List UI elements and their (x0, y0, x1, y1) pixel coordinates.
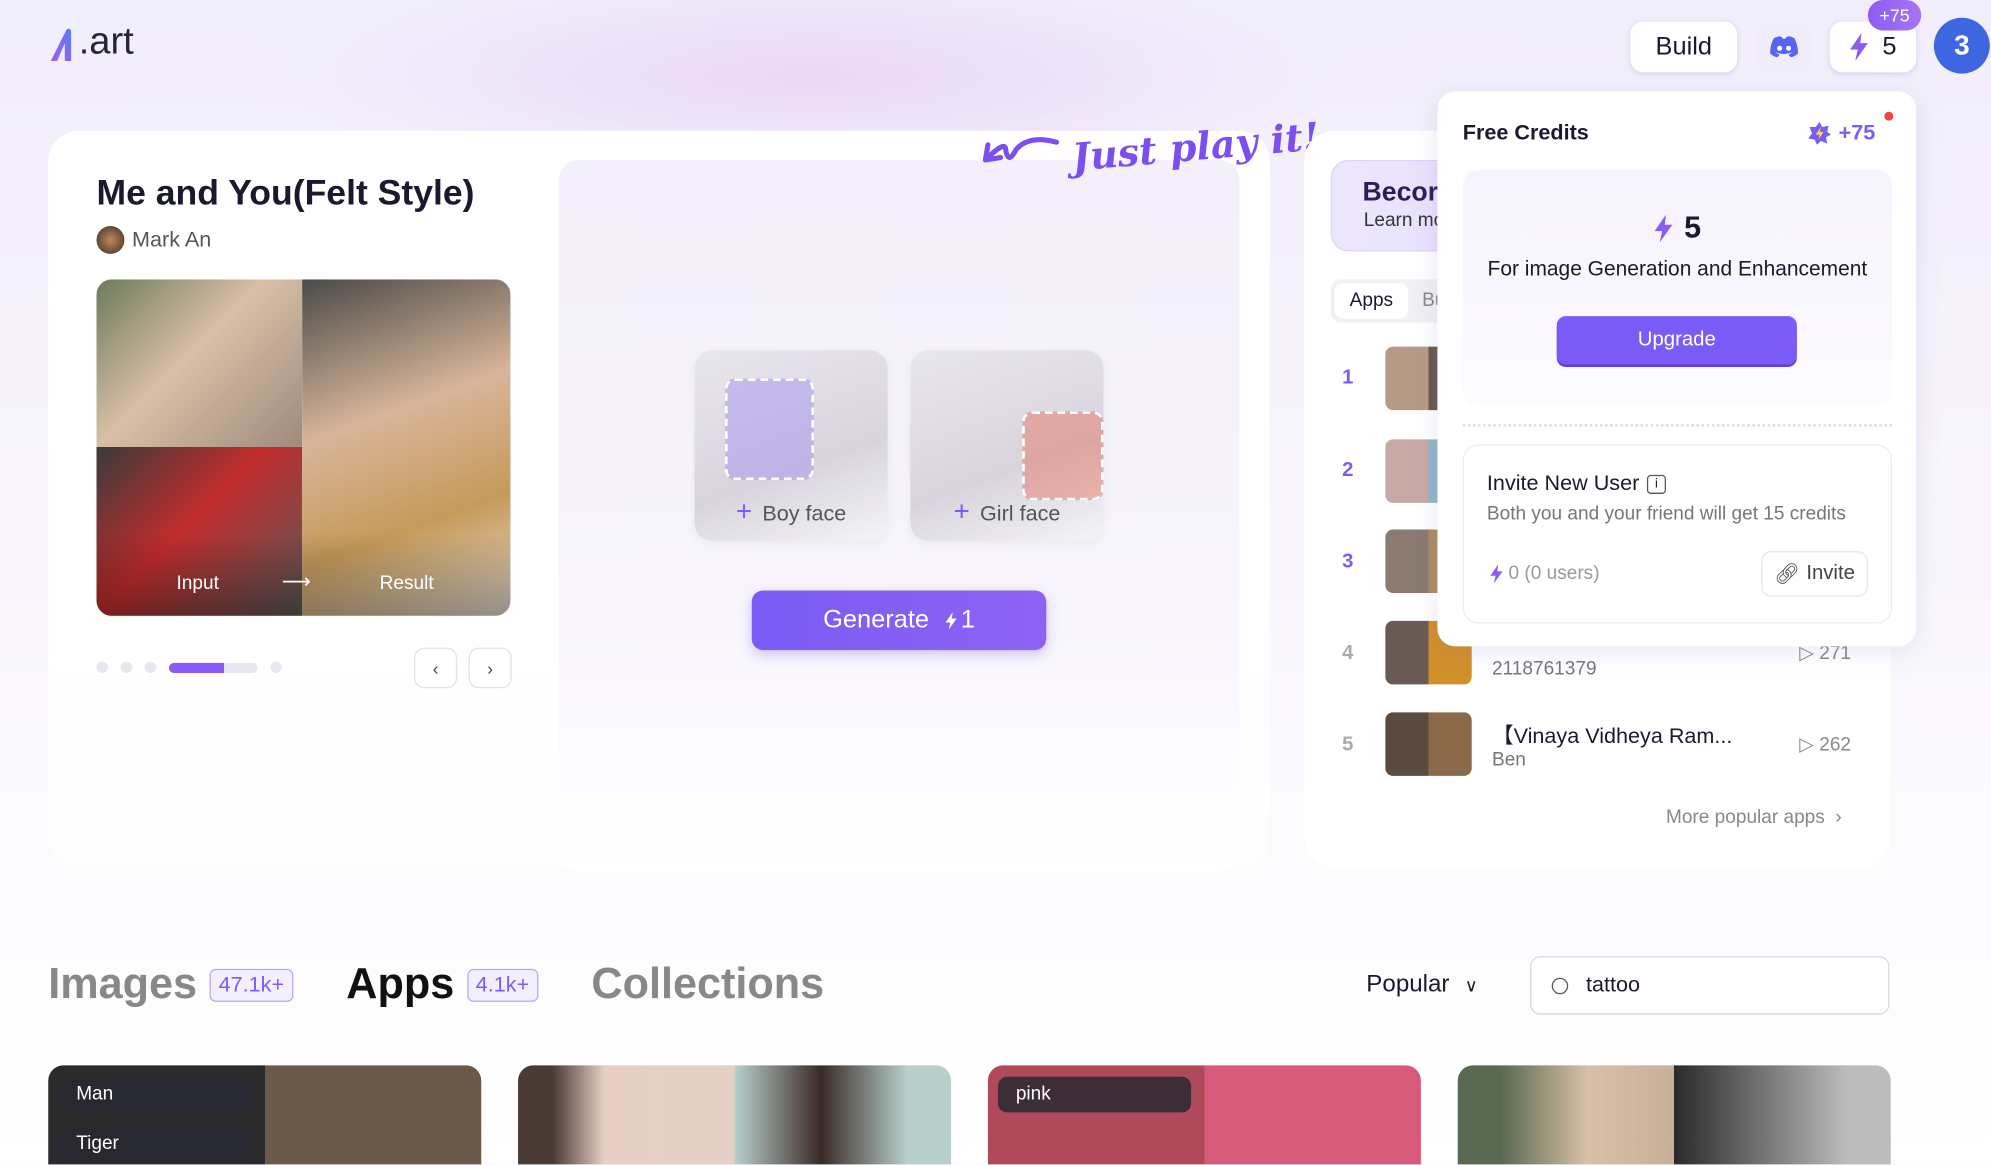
more-popular-apps-link[interactable]: More popular apps › (1666, 806, 1842, 828)
discord-icon (1770, 36, 1799, 58)
search-input[interactable]: tattoo (1530, 956, 1890, 1015)
tab-apps[interactable]: Apps (346, 960, 454, 1010)
app-title: Me and You(Felt Style) (96, 172, 475, 213)
tab-images[interactable]: Images (48, 960, 197, 1010)
example-image: Input ⟶ Result (96, 279, 511, 616)
author-name: Mark An (132, 227, 212, 252)
slide-dot[interactable] (270, 661, 282, 673)
play-count: ▷ 262 (1799, 733, 1852, 756)
plus-icon: + (735, 495, 753, 527)
lightning-icon (945, 611, 957, 630)
bonus-credits[interactable]: +75 (1808, 121, 1875, 146)
credits-count: 5 (1882, 32, 1897, 61)
popup-title: Free Credits (1462, 120, 1589, 145)
gallery-tabs: Images 47.1k+ Apps 4.1k+ Collections (48, 960, 824, 1010)
chevron-right-icon: › (1824, 806, 1842, 828)
sort-dropdown[interactable]: Popular ∨ (1366, 971, 1477, 999)
invite-stats: 0 (0 users) (1489, 563, 1600, 584)
input-label: Input (176, 572, 219, 595)
apps-count-badge: 4.1k+ (466, 968, 539, 1002)
upgrade-button[interactable]: Upgrade (1556, 316, 1797, 365)
info-icon[interactable]: i (1646, 474, 1666, 494)
slide-progress[interactable] (168, 662, 258, 673)
slide-dot[interactable] (96, 661, 108, 673)
app-title[interactable]: 【Vinaya Vidheya Ram... (1492, 717, 1732, 749)
boy-face-upload[interactable]: + Boy face (694, 350, 888, 541)
rank-1: 1 (1342, 366, 1354, 389)
avatar[interactable]: 3 (1933, 17, 1990, 74)
gallery-card[interactable]: pink (987, 1065, 1421, 1165)
author-avatar (96, 226, 125, 254)
app-author[interactable]: Mark An (96, 226, 212, 254)
app-author: Ben (1492, 749, 1526, 771)
star-badge-icon (1808, 121, 1832, 145)
notification-dot (1884, 111, 1894, 121)
rank-3: 3 (1342, 551, 1354, 573)
card-tag: Tiger (58, 1126, 252, 1162)
play-icon: ▷ (1799, 733, 1820, 756)
invite-section: Invite New User i Both you and your frien… (1462, 444, 1893, 624)
slide-dot[interactable] (144, 661, 157, 673)
free-credits-popup: Free Credits +75 5 For image Generation … (1437, 91, 1917, 647)
rank-2: 2 (1342, 459, 1354, 482)
app-author: 2118761379 (1492, 657, 1597, 680)
plus-icon: + (953, 495, 970, 527)
banner-title: Becor (1362, 177, 1439, 207)
build-button[interactable]: Build (1630, 21, 1738, 73)
prev-slide-button[interactable]: ‹ (413, 647, 458, 689)
chevron-right-icon: › (487, 657, 494, 679)
lightning-icon (1850, 33, 1869, 61)
generate-label: Generate (823, 605, 930, 634)
credits-amount: 5 (1463, 211, 1892, 247)
invite-button[interactable]: 🔗︎ Invite (1761, 551, 1868, 597)
gallery-card[interactable] (518, 1065, 952, 1165)
credits-bonus-badge: +75 (1867, 0, 1922, 31)
girl-face-upload[interactable]: + Girl face (910, 350, 1104, 541)
girl-face-label: Girl face (980, 501, 1061, 526)
logo-text: .art (78, 20, 134, 63)
rank-5: 5 (1342, 733, 1354, 756)
banner-subtitle: Learn mo (1363, 209, 1445, 232)
card-tag: pink (998, 1076, 1192, 1113)
sort-label: Popular (1366, 971, 1450, 999)
lightning-icon (1490, 563, 1503, 583)
rank-4: 4 (1342, 642, 1354, 665)
card-tag: Man (58, 1076, 252, 1113)
generate-button[interactable]: Generate 1 (751, 590, 1047, 651)
lightning-icon (1654, 214, 1673, 243)
tab-collections[interactable]: Collections (591, 960, 824, 1010)
just-play-hint: Just play it! (978, 114, 1321, 180)
next-slide-button[interactable]: › (468, 647, 512, 689)
play-area (558, 159, 1240, 872)
gallery-card[interactable] (1457, 1065, 1891, 1165)
link-icon: 🔗︎ (1774, 563, 1800, 586)
slide-indicator (96, 661, 295, 673)
gallery-card[interactable]: Man Tiger (48, 1065, 482, 1165)
generate-cost: 1 (960, 605, 975, 634)
slide-dot[interactable] (120, 661, 133, 673)
arrow-right-icon: ⟶ (281, 571, 312, 593)
credits-description: For image Generation and Enhancement (1487, 257, 1868, 281)
search-icon (1551, 977, 1569, 994)
discord-button[interactable] (1757, 21, 1811, 73)
curly-arrow-icon (982, 137, 1060, 163)
invite-description: Both you and your friend will get 15 cre… (1486, 502, 1846, 525)
tab-apps[interactable]: Apps (1334, 283, 1409, 319)
images-count-badge: 47.1k+ (209, 968, 293, 1002)
app-thumbnail[interactable] (1385, 712, 1472, 776)
logo-mark-icon (48, 25, 76, 63)
search-value: tattoo (1585, 972, 1641, 997)
result-label: Result (379, 572, 434, 595)
credits-summary: 5 For image Generation and Enhancement U… (1462, 170, 1893, 407)
divider (1462, 424, 1893, 427)
chevron-down-icon: ∨ (1464, 974, 1478, 995)
invite-title: Invite New User (1486, 471, 1640, 496)
boy-face-label: Boy face (762, 501, 847, 526)
logo[interactable]: .art (48, 20, 134, 63)
chevron-left-icon: ‹ (432, 657, 439, 679)
